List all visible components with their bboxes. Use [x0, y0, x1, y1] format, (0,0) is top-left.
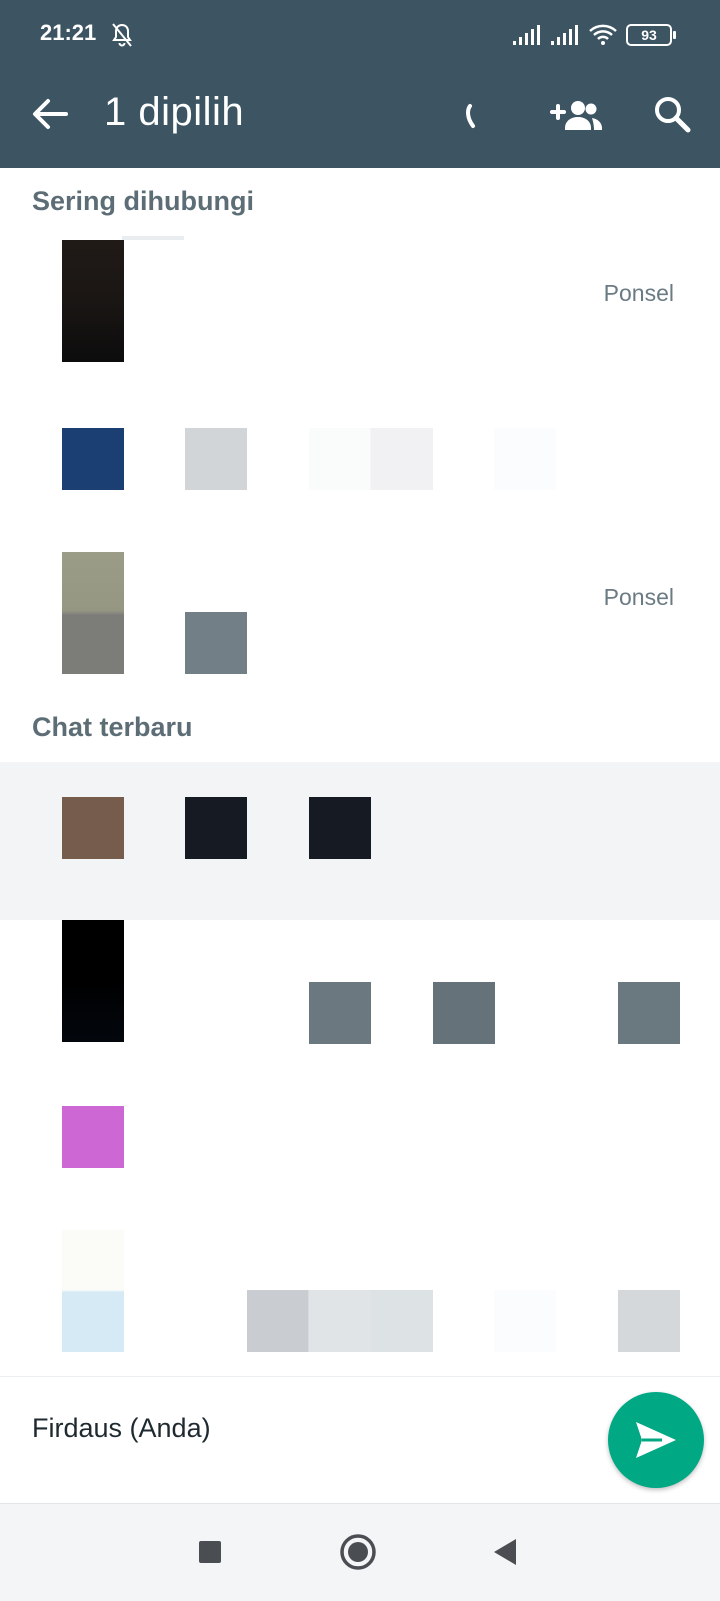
chat-name-redacted [371, 1290, 433, 1352]
contact-row[interactable] [0, 384, 720, 520]
back-arrow-icon[interactable] [28, 92, 72, 136]
page-title: 1 dipilih [104, 90, 245, 134]
avatar [62, 1230, 124, 1352]
home-icon[interactable] [338, 1532, 378, 1572]
contact-name-redacted [185, 612, 247, 674]
selection-bar: Firdaus (Anda) [0, 1376, 720, 1503]
bell-off-icon [112, 23, 132, 47]
avatar [62, 920, 124, 1042]
contact-status-redacted [494, 428, 556, 490]
chat-row[interactable] [0, 1224, 720, 1364]
avatar [62, 240, 124, 362]
chat-status-redacted [494, 1290, 556, 1352]
recent-apps-icon[interactable] [190, 1532, 230, 1572]
system-nav-bar [0, 1503, 720, 1601]
status-bar: 21:21 93 [0, 0, 720, 68]
chat-row[interactable] [0, 920, 720, 1056]
contact-status-redacted [309, 428, 433, 490]
contact-row[interactable]: Ponsel [0, 536, 720, 676]
contact-name-redacted [185, 428, 247, 490]
avatar [62, 1106, 124, 1168]
chat-status-redacted [618, 982, 680, 1044]
chat-name-redacted [309, 982, 371, 1044]
search-icon[interactable] [650, 92, 694, 136]
chat-row[interactable] [0, 1072, 720, 1208]
send-icon [636, 1422, 676, 1458]
status-icons: 93 [512, 22, 676, 48]
contact-type-label: Ponsel [603, 280, 674, 306]
section-header-recent: Chat terbaru [32, 712, 193, 742]
avatar [62, 797, 124, 859]
chat-name-redacted [433, 982, 495, 1044]
chat-name-redacted [309, 797, 371, 859]
status-time: 21:21 [40, 20, 97, 45]
section-header-frequent: Sering dihubungi [32, 186, 254, 216]
contact-name-redacted [122, 236, 184, 240]
back-icon[interactable] [486, 1532, 526, 1572]
app-bar: 1 dipilih [0, 68, 720, 168]
avatar [62, 428, 124, 490]
avatar [62, 552, 124, 674]
chat-name-redacted [247, 1290, 371, 1352]
contact-row[interactable]: Ponsel [0, 232, 720, 368]
chat-status-redacted [618, 1290, 680, 1352]
signal-icon [513, 25, 540, 45]
battery-icon: 93 [626, 24, 676, 46]
signal-icon [551, 25, 578, 45]
send-button[interactable] [608, 1392, 704, 1488]
chat-row-selected[interactable] [0, 762, 720, 920]
selected-contacts-text: Firdaus (Anda) [32, 1413, 211, 1443]
chat-name-redacted [185, 797, 247, 859]
wifi-icon [589, 24, 617, 45]
add-group-icon[interactable] [548, 94, 604, 138]
contact-type-label: Ponsel [603, 584, 674, 610]
call-icon[interactable] [458, 98, 498, 138]
